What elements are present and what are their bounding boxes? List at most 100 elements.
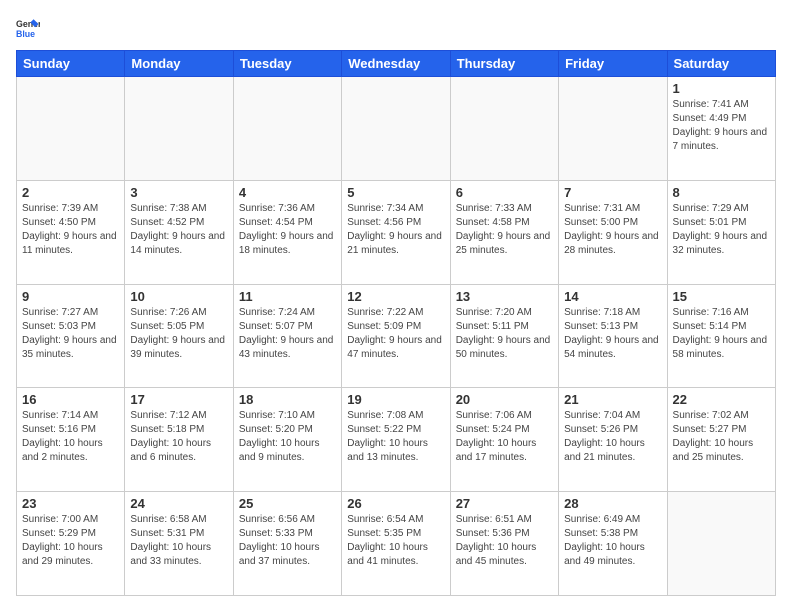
calendar-cell: 3 Sunrise: 7:38 AM Sunset: 4:52 PM Daylig… — [125, 180, 233, 284]
day-number: 5 — [347, 185, 444, 200]
calendar-cell — [17, 77, 125, 181]
calendar-cell: 11 Sunrise: 7:24 AM Sunset: 5:07 PM Dayli… — [233, 284, 341, 388]
calendar-cell: 17Sunrise: 7:12 AM Sunset: 5:18 PM Dayli… — [125, 388, 233, 492]
calendar-cell: 12 Sunrise: 7:22 AM Sunset: 5:09 PM Dayli… — [342, 284, 450, 388]
calendar-cell: 9 Sunrise: 7:27 AM Sunset: 5:03 PM Daylig… — [17, 284, 125, 388]
day-info: Sunrise: 7:24 AM Sunset: 5:07 PM Dayligh… — [239, 306, 336, 362]
day-number: 13 — [456, 289, 553, 304]
day-info: Sunrise: 7:02 AM Sunset: 5:27 PM Dayligh… — [673, 409, 770, 465]
day-number: 24 — [130, 496, 227, 511]
day-info: Sunrise: 7:04 AM Sunset: 5:26 PM Dayligh… — [564, 409, 661, 465]
calendar-cell: 25 Sunrise: 6:56 AM Sunset: 5:33 PM Dayli… — [233, 492, 341, 596]
calendar-cell: 6 Sunrise: 7:33 AM Sunset: 4:58 PM Daylig… — [450, 180, 558, 284]
weekday-header-sunday: Sunday — [17, 51, 125, 77]
calendar-header-row: SundayMondayTuesdayWednesdayThursdayFrid… — [17, 51, 776, 77]
calendar-cell: 23 Sunrise: 7:00 AM Sunset: 5:29 PM Dayli… — [17, 492, 125, 596]
calendar-cell: 16 Sunrise: 7:14 AM Sunset: 5:16 PM Dayli… — [17, 388, 125, 492]
page: General Blue SundayMondayTuesdayWednesda… — [0, 0, 792, 612]
calendar-week-4: 23 Sunrise: 7:00 AM Sunset: 5:29 PM Dayli… — [17, 492, 776, 596]
day-number: 9 — [22, 289, 119, 304]
weekday-header-monday: Monday — [125, 51, 233, 77]
calendar-cell: 7 Sunrise: 7:31 AM Sunset: 5:00 PM Daylig… — [559, 180, 667, 284]
day-number: 3 — [130, 185, 227, 200]
day-info: Sunrise: 7:20 AM Sunset: 5:11 PM Dayligh… — [456, 306, 553, 362]
day-number: 4 — [239, 185, 336, 200]
day-info: Sunrise: 7:10 AM Sunset: 5:20 PM Dayligh… — [239, 409, 336, 465]
day-number: 23 — [22, 496, 119, 511]
calendar-cell: 10 Sunrise: 7:26 AM Sunset: 5:05 PM Dayli… — [125, 284, 233, 388]
calendar-cell — [667, 492, 775, 596]
day-number: 18 — [239, 392, 336, 407]
day-number: 22 — [673, 392, 770, 407]
day-info: Sunrise: 7:38 AM Sunset: 4:52 PM Dayligh… — [130, 202, 227, 258]
day-info: Sunrise: 7:14 AM Sunset: 5:16 PM Dayligh… — [22, 409, 119, 465]
calendar-table: SundayMondayTuesdayWednesdayThursdayFrid… — [16, 50, 776, 596]
day-info: Sunrise: 7:41 AM Sunset: 4:49 PM Dayligh… — [673, 98, 770, 154]
calendar-week-2: 9 Sunrise: 7:27 AM Sunset: 5:03 PM Daylig… — [17, 284, 776, 388]
day-info: Sunrise: 7:36 AM Sunset: 4:54 PM Dayligh… — [239, 202, 336, 258]
calendar-cell: 20 Sunrise: 7:06 AM Sunset: 5:24 PM Dayli… — [450, 388, 558, 492]
day-number: 11 — [239, 289, 336, 304]
calendar-cell — [125, 77, 233, 181]
weekday-header-thursday: Thursday — [450, 51, 558, 77]
day-number: 10 — [130, 289, 227, 304]
day-info: Sunrise: 6:56 AM Sunset: 5:33 PM Dayligh… — [239, 513, 336, 569]
calendar-cell: 26 Sunrise: 6:54 AM Sunset: 5:35 PM Dayli… — [342, 492, 450, 596]
calendar-cell: 19 Sunrise: 7:08 AM Sunset: 5:22 PM Dayli… — [342, 388, 450, 492]
day-info: Sunrise: 6:54 AM Sunset: 5:35 PM Dayligh… — [347, 513, 444, 569]
calendar-cell: 5Sunrise: 7:34 AM Sunset: 4:56 PM Daylig… — [342, 180, 450, 284]
day-number: 8 — [673, 185, 770, 200]
day-info: Sunrise: 7:31 AM Sunset: 5:00 PM Dayligh… — [564, 202, 661, 258]
calendar-week-0: 1Sunrise: 7:41 AM Sunset: 4:49 PM Daylig… — [17, 77, 776, 181]
calendar-cell: 4 Sunrise: 7:36 AM Sunset: 4:54 PM Daylig… — [233, 180, 341, 284]
day-number: 7 — [564, 185, 661, 200]
day-info: Sunrise: 7:26 AM Sunset: 5:05 PM Dayligh… — [130, 306, 227, 362]
logo-icon: General Blue — [16, 16, 40, 40]
calendar-cell: 14 Sunrise: 7:18 AM Sunset: 5:13 PM Dayli… — [559, 284, 667, 388]
calendar-cell — [559, 77, 667, 181]
calendar-cell: 18 Sunrise: 7:10 AM Sunset: 5:20 PM Dayli… — [233, 388, 341, 492]
weekday-header-wednesday: Wednesday — [342, 51, 450, 77]
day-info: Sunrise: 7:06 AM Sunset: 5:24 PM Dayligh… — [456, 409, 553, 465]
day-number: 26 — [347, 496, 444, 511]
day-info: Sunrise: 7:00 AM Sunset: 5:29 PM Dayligh… — [22, 513, 119, 569]
calendar-cell — [233, 77, 341, 181]
calendar-cell — [450, 77, 558, 181]
calendar-cell: 1Sunrise: 7:41 AM Sunset: 4:49 PM Daylig… — [667, 77, 775, 181]
day-info: Sunrise: 7:18 AM Sunset: 5:13 PM Dayligh… — [564, 306, 661, 362]
day-number: 27 — [456, 496, 553, 511]
day-info: Sunrise: 7:16 AM Sunset: 5:14 PM Dayligh… — [673, 306, 770, 362]
calendar-cell: 2 Sunrise: 7:39 AM Sunset: 4:50 PM Daylig… — [17, 180, 125, 284]
day-number: 19 — [347, 392, 444, 407]
day-number: 2 — [22, 185, 119, 200]
day-number: 14 — [564, 289, 661, 304]
day-number: 20 — [456, 392, 553, 407]
header: General Blue — [16, 16, 776, 40]
day-info: Sunrise: 7:08 AM Sunset: 5:22 PM Dayligh… — [347, 409, 444, 465]
logo: General Blue — [16, 16, 44, 40]
calendar-cell: 28Sunrise: 6:49 AM Sunset: 5:38 PM Dayli… — [559, 492, 667, 596]
day-info: Sunrise: 7:39 AM Sunset: 4:50 PM Dayligh… — [22, 202, 119, 258]
day-number: 17 — [130, 392, 227, 407]
calendar-week-3: 16 Sunrise: 7:14 AM Sunset: 5:16 PM Dayli… — [17, 388, 776, 492]
calendar-cell: 24Sunrise: 6:58 AM Sunset: 5:31 PM Dayli… — [125, 492, 233, 596]
weekday-header-tuesday: Tuesday — [233, 51, 341, 77]
calendar-cell: 22 Sunrise: 7:02 AM Sunset: 5:27 PM Dayli… — [667, 388, 775, 492]
day-info: Sunrise: 7:27 AM Sunset: 5:03 PM Dayligh… — [22, 306, 119, 362]
day-info: Sunrise: 6:51 AM Sunset: 5:36 PM Dayligh… — [456, 513, 553, 569]
day-number: 25 — [239, 496, 336, 511]
day-info: Sunrise: 7:33 AM Sunset: 4:58 PM Dayligh… — [456, 202, 553, 258]
day-number: 12 — [347, 289, 444, 304]
day-number: 21 — [564, 392, 661, 407]
day-info: Sunrise: 7:22 AM Sunset: 5:09 PM Dayligh… — [347, 306, 444, 362]
calendar-cell: 8Sunrise: 7:29 AM Sunset: 5:01 PM Daylig… — [667, 180, 775, 284]
day-number: 16 — [22, 392, 119, 407]
svg-text:Blue: Blue — [16, 29, 35, 39]
weekday-header-friday: Friday — [559, 51, 667, 77]
calendar-cell: 15 Sunrise: 7:16 AM Sunset: 5:14 PM Dayli… — [667, 284, 775, 388]
calendar-cell — [342, 77, 450, 181]
weekday-header-saturday: Saturday — [667, 51, 775, 77]
calendar-cell: 27 Sunrise: 6:51 AM Sunset: 5:36 PM Dayli… — [450, 492, 558, 596]
day-number: 15 — [673, 289, 770, 304]
day-number: 6 — [456, 185, 553, 200]
